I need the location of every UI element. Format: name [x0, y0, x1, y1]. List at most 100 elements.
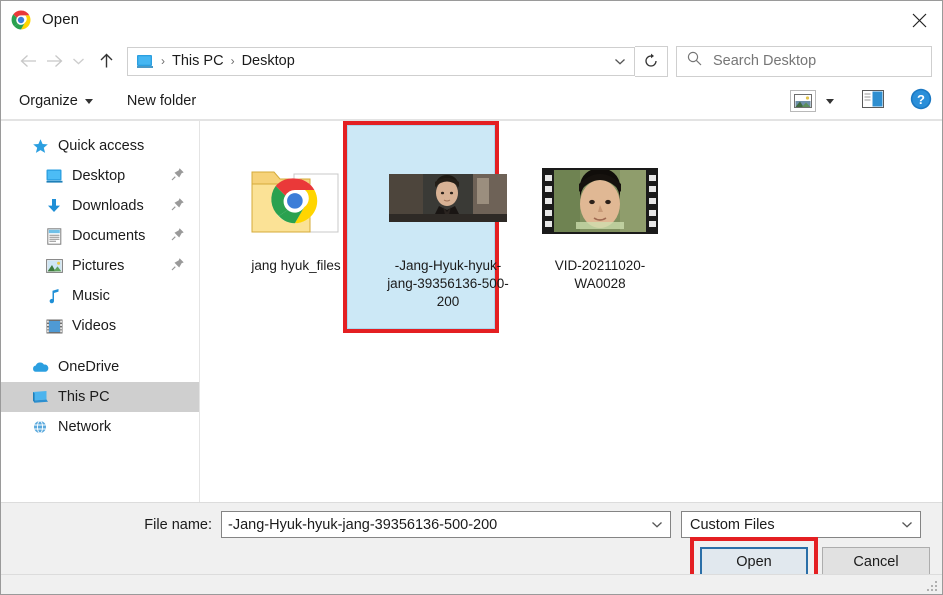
video-preview	[554, 170, 646, 232]
file-item-label: VID-20211020-WA0028	[535, 257, 665, 293]
downloads-icon	[45, 198, 63, 215]
breadcrumb[interactable]: › This PC › Desktop	[127, 47, 635, 76]
sidebar-item-documents[interactable]: Documents	[1, 221, 199, 251]
music-icon	[45, 288, 63, 305]
dialog-footer: File name: -Jang-Hyuk-hyuk-jang-39356136…	[1, 502, 942, 594]
sidebar-item-label: Pictures	[72, 258, 124, 274]
file-grid: jang hyuk_files	[220, 139, 942, 311]
sidebar-item-label: Quick access	[58, 138, 144, 154]
chevron-down-icon[interactable]	[644, 512, 670, 537]
sidebar-item-label: Music	[72, 288, 110, 304]
sidebar-item-label: OneDrive	[58, 359, 119, 375]
forward-arrow-icon[interactable]	[41, 48, 67, 74]
navigation-bar: › This PC › Desktop Searc	[1, 39, 942, 83]
refresh-icon[interactable]	[635, 46, 668, 77]
preview-pane-icon	[862, 90, 884, 113]
window-title: Open	[42, 11, 79, 28]
file-type-select[interactable]: Custom Files	[681, 511, 921, 538]
sidebar-item-label: Desktop	[72, 168, 125, 184]
recent-locations-icon[interactable]	[67, 48, 89, 74]
help-icon: ?	[910, 88, 932, 115]
film-sprockets-left	[542, 170, 554, 232]
organize-label: Organize	[19, 93, 78, 109]
dialog-buttons: Open Cancel	[700, 547, 930, 576]
file-list-area[interactable]: jang hyuk_files	[200, 121, 942, 502]
sidebar-item-quick-access[interactable]: Quick access	[1, 131, 199, 161]
chrome-icon	[11, 10, 31, 30]
sidebar-item-desktop[interactable]: Desktop	[1, 161, 199, 191]
sidebar-item-label: This PC	[58, 389, 110, 405]
sidebar-item-label: Documents	[72, 228, 145, 244]
sidebar-spacer	[1, 341, 199, 352]
search-placeholder: Search Desktop	[713, 53, 816, 69]
sidebar-item-label: Videos	[72, 318, 116, 334]
toolbar-right-group: ?	[790, 88, 932, 115]
sidebar-item-label: Downloads	[72, 198, 144, 214]
view-options-dropdown[interactable]	[826, 99, 834, 104]
up-arrow-icon[interactable]	[93, 48, 119, 74]
help-button[interactable]: ?	[910, 88, 932, 115]
open-button[interactable]: Open	[700, 547, 808, 576]
chevron-down-icon[interactable]	[894, 512, 920, 537]
organize-button[interactable]: Organize	[19, 93, 93, 109]
open-file-dialog: Open	[0, 0, 943, 595]
chevron-down-icon[interactable]	[608, 48, 632, 75]
file-type-value: Custom Files	[690, 517, 775, 533]
file-item-label: -Jang-Hyuk-hyuk-jang-39356136-500-200	[379, 257, 517, 311]
view-options-icon	[790, 90, 816, 112]
sidebar-item-downloads[interactable]: Downloads	[1, 191, 199, 221]
breadcrumb-item-desktop[interactable]: Desktop	[242, 53, 295, 69]
file-name-input[interactable]: -Jang-Hyuk-hyuk-jang-39356136-500-200	[221, 511, 671, 538]
search-input[interactable]: Search Desktop	[676, 46, 932, 77]
dialog-body: Quick access Desktop	[1, 120, 942, 502]
pin-icon[interactable]	[171, 197, 185, 215]
sidebar-item-pictures[interactable]: Pictures	[1, 251, 199, 281]
new-folder-label: New folder	[127, 93, 196, 109]
command-toolbar: Organize New folder	[1, 83, 942, 120]
film-sprockets-right	[646, 170, 658, 232]
back-arrow-icon[interactable]	[15, 48, 41, 74]
sidebar-item-this-pc[interactable]: This PC	[1, 382, 199, 412]
file-name-label: File name:	[1, 517, 221, 533]
file-name-row: File name: -Jang-Hyuk-hyuk-jang-39356136…	[1, 511, 942, 538]
this-pc-icon	[31, 389, 49, 406]
resize-grip[interactable]	[926, 579, 938, 591]
pin-icon[interactable]	[171, 257, 185, 275]
sidebar-item-onedrive[interactable]: OneDrive	[1, 352, 199, 382]
pin-icon[interactable]	[171, 227, 185, 245]
close-button[interactable]	[896, 1, 942, 39]
image-thumbnail	[372, 139, 524, 257]
file-name-value: -Jang-Hyuk-hyuk-jang-39356136-500-200	[228, 517, 497, 533]
sidebar-item-music[interactable]: Music	[1, 281, 199, 311]
breadcrumb-separator: ›	[154, 55, 172, 67]
new-folder-button[interactable]: New folder	[127, 93, 196, 109]
breadcrumb-separator: ›	[224, 55, 242, 67]
video-thumbnail	[524, 145, 676, 257]
film-strip-icon	[542, 168, 658, 234]
status-bar	[1, 574, 942, 594]
image-preview	[389, 174, 507, 222]
view-options-button[interactable]	[790, 90, 816, 112]
search-icon	[687, 51, 702, 71]
folder-icon	[248, 162, 344, 240]
star-icon	[31, 138, 49, 155]
sidebar-item-network[interactable]: Network	[1, 412, 199, 442]
cancel-button[interactable]: Cancel	[822, 547, 930, 576]
file-item-label: jang hyuk_files	[249, 257, 342, 275]
sidebar-item-videos[interactable]: Videos	[1, 311, 199, 341]
navigation-sidebar: Quick access Desktop	[1, 121, 200, 502]
preview-pane-button[interactable]	[862, 90, 884, 113]
pictures-icon	[45, 258, 63, 275]
network-icon	[31, 419, 49, 436]
onedrive-icon	[31, 359, 49, 376]
breadcrumb-item-this-pc[interactable]: This PC	[172, 53, 224, 69]
chevron-down-icon	[826, 99, 834, 104]
desktop-icon	[45, 168, 63, 185]
pin-icon[interactable]	[171, 167, 185, 185]
file-item-image[interactable]: -Jang-Hyuk-hyuk-jang-39356136-500-200	[372, 139, 524, 311]
sidebar-item-label: Network	[58, 419, 111, 435]
file-item-video[interactable]: VID-20211020-WA0028	[524, 139, 676, 293]
svg-text:?: ?	[917, 92, 925, 107]
this-pc-icon	[136, 54, 154, 69]
documents-icon	[45, 228, 63, 245]
